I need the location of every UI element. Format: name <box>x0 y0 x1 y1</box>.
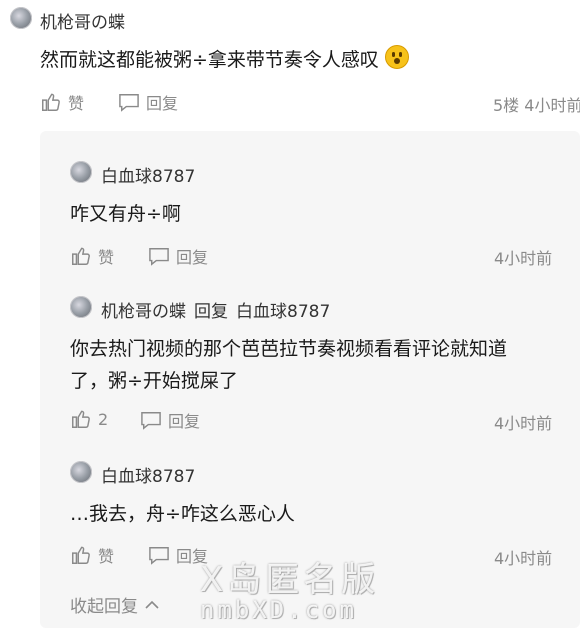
collapse-replies-button[interactable]: 收起回复 <box>70 592 160 617</box>
like-button[interactable]: 赞 <box>70 543 114 567</box>
timestamp: 4小时前 <box>494 414 553 433</box>
reply-word: 回复 <box>194 302 228 322</box>
avatar[interactable] <box>70 461 92 483</box>
username[interactable]: 白血球8787 <box>101 462 195 487</box>
reply-label: 回复 <box>176 248 209 267</box>
chevron-up-icon <box>145 600 159 609</box>
avatar[interactable] <box>70 296 92 318</box>
thumbs-up-icon <box>72 247 90 265</box>
reply-button[interactable]: 回复 <box>148 244 208 268</box>
comment-bubble-icon <box>141 412 161 430</box>
like-label: 赞 <box>98 547 115 566</box>
reply-text-line: 了，粥÷开始搅屎了 <box>70 370 238 392</box>
like-count: 2 <box>98 409 109 429</box>
like-label: 赞 <box>68 94 85 113</box>
reply-text: 咋又有舟÷啊 <box>70 203 181 225</box>
reply-to-username[interactable]: 白血球8787 <box>236 297 330 322</box>
comment-text-body: 然而就这都能被粥÷拿来带节奏令人感叹 <box>40 49 379 71</box>
reply-label: 回复 <box>146 94 179 113</box>
floor-and-time: 5楼 4小时前 <box>493 96 580 115</box>
watermark-url: nmbXD.com <box>200 596 358 624</box>
like-button[interactable]: 赞 <box>70 244 114 268</box>
comment-bubble-icon <box>149 547 169 565</box>
watermark-text: X岛匿名版 <box>200 560 380 600</box>
thumbs-up-icon <box>42 93 60 111</box>
reply-text: 你去热门视频的那个芭芭拉节奏视频看看评论就知道 了，粥÷开始搅屎了 <box>70 333 570 397</box>
reply-button[interactable]: 回复 <box>140 408 200 432</box>
collapse-label: 收起回复 <box>70 597 138 617</box>
avatar[interactable] <box>70 161 92 183</box>
thumbs-up-icon <box>72 546 90 564</box>
like-button[interactable]: 2 <box>70 408 108 430</box>
surprised-emoji-icon <box>384 45 409 69</box>
comment-bubble-icon <box>119 94 139 112</box>
reply-text-line: 你去热门视频的那个芭芭拉节奏视频看看评论就知道 <box>70 338 508 360</box>
reply-text: …我去，舟÷咋这么恶心人 <box>70 503 295 525</box>
reply-label: 回复 <box>168 412 201 431</box>
reply-button[interactable]: 回复 <box>148 543 208 567</box>
comment-bubble-icon <box>149 248 169 266</box>
like-label: 赞 <box>98 248 115 267</box>
avatar[interactable] <box>10 7 32 29</box>
like-button[interactable]: 赞 <box>40 90 84 114</box>
thumbs-up-icon <box>72 410 90 428</box>
timestamp: 4小时前 <box>494 549 553 568</box>
timestamp: 4小时前 <box>494 249 553 268</box>
username[interactable]: 白血球8787 <box>101 162 195 187</box>
reply-button[interactable]: 回复 <box>118 90 178 114</box>
username[interactable]: 机枪哥の蝶 <box>40 8 125 33</box>
comment-text: 然而就这都能被粥÷拿来带节奏令人感叹 <box>40 44 409 76</box>
reply-header: 机枪哥の蝶 回复 白血球8787 <box>101 297 330 322</box>
username[interactable]: 机枪哥の蝶 <box>101 297 186 322</box>
